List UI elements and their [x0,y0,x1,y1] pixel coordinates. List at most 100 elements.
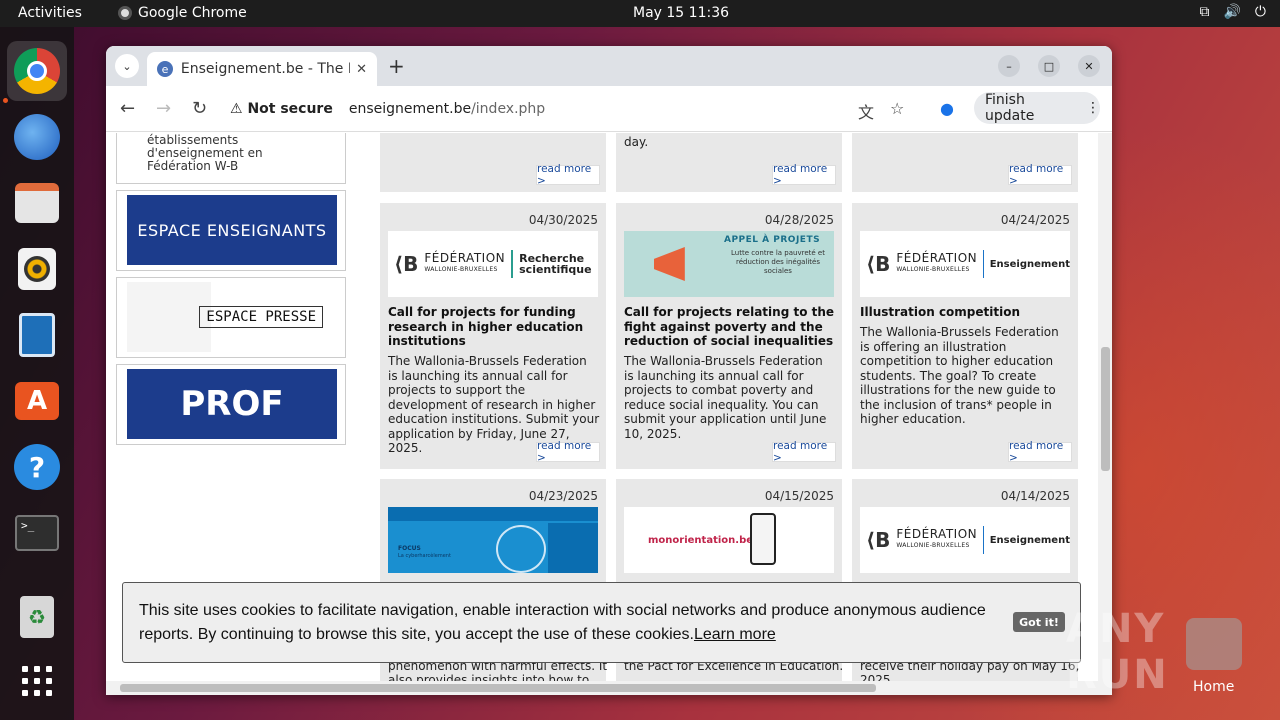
banner-etablissements[interactable]: établissements d'enseignement en Fédérat… [116,133,346,184]
prof-label: PROF [127,369,337,439]
horizontal-scroll-thumb[interactable] [120,684,876,692]
system-tray[interactable]: ⧉ 🔊 ⏻ [1199,4,1266,20]
close-window-button[interactable]: ✕ [1078,55,1100,77]
fwb-logo-text: FÉDÉRATION WALLONIE-BRUXELLES [896,527,978,549]
menu-dots-icon: ⋮ [1086,100,1100,116]
tab-enseignement[interactable]: e Enseignement.be - The E ✕ [147,52,377,86]
chrome-icon [118,6,132,20]
new-tab-button[interactable]: + [388,54,405,78]
close-tab-icon[interactable]: ✕ [356,62,367,77]
security-indicator[interactable]: ⚠ Not secure [230,101,333,117]
site-favicon-icon: e [157,61,173,77]
horizontal-scrollbar[interactable] [106,681,1098,695]
card-image[interactable]: APPEL À PROJETS Lutte contre la pauvreté… [624,231,834,297]
cookie-banner: This site uses cookies to facilitate nav… [122,582,1081,663]
card-image[interactable]: ⟨B FÉDÉRATION WALLONIE-BRUXELLES Enseigne… [860,507,1070,573]
news-card: 04/24/2025 ⟨B FÉDÉRATION WALLONIE-BRUXELL… [852,203,1078,469]
finish-update-label: Finish update [985,92,1035,124]
dock-show-apps[interactable] [7,651,67,711]
dock-terminal[interactable]: >_ [7,503,67,563]
read-more-link[interactable]: read more > [772,163,836,187]
address-bar[interactable]: ⚠ Not secure enseignement.be/index.php [224,93,914,125]
banner-espace-presse[interactable]: ESPACE PRESSE [116,277,346,358]
reload-button[interactable]: ↻ [192,98,207,119]
thunderbird-icon [14,114,60,160]
read-more-link[interactable]: read more > [1008,163,1072,187]
dock-rhythmbox[interactable] [7,239,67,299]
not-secure-label: Not secure [247,101,333,117]
tab-title: Enseignement.be - The E [180,61,351,77]
banner-prof[interactable]: PROF [116,364,346,445]
dock-software[interactable]: A [7,371,67,431]
clock[interactable]: May 15 11:36 [633,5,729,21]
translate-icon[interactable]: 文 [858,99,874,123]
bookmark-star-icon[interactable]: ☆ [890,99,904,118]
logo-right-text: Recherche scientifique [519,252,592,276]
tab-search-button[interactable]: ⌄ [115,54,139,78]
etablissements-text: établissements d'enseignement en Fédérat… [117,133,345,173]
tab-strip: ⌄ e Enseignement.be - The E ✕ + – □ ✕ [106,46,1112,86]
etab-line-3: Fédération W-B [147,159,239,173]
power-icon: ⏻ [1254,4,1266,20]
logo-separator [983,526,984,554]
news-card: 04/28/2025 APPEL À PROJETS Lutte contre … [616,203,842,469]
card-date: 04/15/2025 [764,489,834,503]
finish-update-button[interactable]: Finish update ⋮ [974,92,1100,124]
cookie-message: This site uses cookies to facilitate nav… [139,599,1009,647]
vertical-scroll-thumb[interactable] [1101,347,1110,471]
logo-right-text: Enseignement [989,534,1070,546]
phone-icon [750,513,776,565]
read-more-link[interactable]: read more > [536,163,600,187]
trash-icon: ♻ [20,596,54,638]
learn-more-link[interactable]: Learn more [694,626,776,643]
card-title[interactable]: Illustration competition [860,305,1072,320]
card-text: The Wallonia-Brussels Federation is laun… [624,354,827,441]
activities-button[interactable]: Activities [18,5,82,21]
card-image[interactable]: ⟨B FÉDÉRATION WALLONIE-BRUXELLES Enseigne… [860,231,1070,297]
card-title[interactable]: Call for projects for funding research i… [388,305,600,349]
app-menu[interactable]: Google Chrome [118,5,247,21]
card-image[interactable]: ⟨B FÉDÉRATION WALLONIE-BRUXELLES Recherch… [388,231,598,297]
espace-enseignants-label: ESPACE ENSEIGNANTS [127,195,337,265]
card-date: 04/30/2025 [528,213,598,227]
fwb-logo-icon: ⟨B [866,252,891,276]
espace-presse-label: ESPACE PRESSE [199,306,323,328]
dock-writer[interactable] [7,305,67,365]
cookie-accept-button[interactable]: Got it! [1013,612,1065,632]
read-more-link[interactable]: read more > [1008,440,1072,464]
logo-right-text: Enseignement [989,258,1070,270]
card-date: 04/24/2025 [1000,213,1070,227]
back-button[interactable]: ← [120,98,135,119]
card-image[interactable]: FOCUS La cyberharcèlement [388,507,598,573]
profile-icon[interactable]: ● [940,99,954,118]
card-text: day. [624,135,649,149]
news-card: read more > [380,133,606,192]
writer-icon [19,313,55,357]
card-date: 04/14/2025 [1000,489,1070,503]
banner-espace-enseignants[interactable]: ESPACE ENSEIGNANTS [116,190,346,271]
image-title: FOCUS [398,545,421,552]
read-more-link[interactable]: read more > [772,440,836,464]
dock-files[interactable] [7,173,67,233]
files-icon [15,183,59,223]
logo-separator [983,250,984,278]
dock-trash[interactable]: ♻ [7,587,67,647]
maximize-button[interactable]: □ [1038,55,1060,77]
dock-thunderbird[interactable] [7,107,67,167]
dock-chrome[interactable] [7,41,67,101]
anyrun-watermark: ANY RUN [1066,606,1169,698]
rhythmbox-icon [18,248,56,290]
card-title[interactable]: Call for projects relating to the fight … [624,305,836,349]
software-store-icon: A [15,382,59,420]
card-image[interactable]: monorientation.be [624,507,834,573]
read-more-link[interactable]: read more > [536,440,600,464]
dock-help[interactable]: ? [7,437,67,497]
forward-button[interactable]: → [156,98,171,119]
fwb-logo-text: FÉDÉRATION WALLONIE-BRUXELLES [424,251,506,273]
help-icon: ? [14,444,60,490]
fwb-logo-icon: ⟨B [866,528,891,552]
news-card: read more > [852,133,1078,192]
browser-toolbar: ← → ↻ ⚠ Not secure enseignement.be/index… [106,86,1112,132]
news-card: 04/30/2025 ⟨B FÉDÉRATION WALLONIE-BRUXELL… [380,203,606,469]
minimize-button[interactable]: – [998,55,1020,77]
